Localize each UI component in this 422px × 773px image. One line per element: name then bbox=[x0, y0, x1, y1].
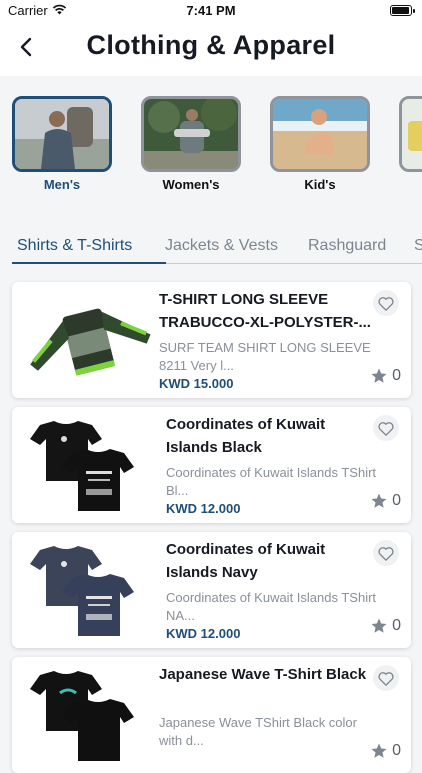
category-womens[interactable]: Women's bbox=[141, 96, 241, 192]
clock: 7:41 PM bbox=[186, 3, 236, 18]
favorite-button[interactable] bbox=[373, 665, 399, 691]
favorite-button[interactable] bbox=[373, 290, 399, 316]
battery-icon bbox=[390, 5, 415, 16]
category-label: Kid's bbox=[304, 177, 336, 192]
heart-icon bbox=[378, 671, 394, 686]
tab-rashguard[interactable]: Rashguard bbox=[308, 237, 386, 255]
product-image bbox=[30, 546, 134, 636]
product-description: SURF TEAM SHIRT LONG SLEEVE 8211 Very l.… bbox=[159, 340, 371, 373]
category-carousel[interactable]: Men's Women's Kid's bbox=[12, 96, 422, 196]
product-image bbox=[30, 421, 134, 511]
category-mens[interactable]: Men's bbox=[12, 96, 112, 192]
product-image bbox=[30, 308, 151, 376]
product-description: Coordinates of Kuwait Islands TShirt Bl.… bbox=[166, 465, 377, 498]
rating-count: 0 bbox=[392, 492, 401, 509]
rating-count: 0 bbox=[392, 367, 401, 384]
active-tab-indicator bbox=[12, 262, 166, 264]
heart-icon bbox=[378, 546, 394, 561]
favorite-button[interactable] bbox=[373, 540, 399, 566]
favorite-button[interactable] bbox=[373, 415, 399, 441]
product-description: Coordinates of Kuwait Islands TShirt NA.… bbox=[166, 590, 377, 623]
category-label: Women's bbox=[162, 177, 220, 192]
product-price: KWD 15.000 bbox=[159, 376, 234, 391]
heart-icon bbox=[378, 296, 394, 311]
rating-count: 0 bbox=[392, 742, 401, 759]
tab-more[interactable]: S bbox=[414, 237, 422, 255]
product-description: Japanese Wave TShirt Black color with d.… bbox=[159, 715, 357, 748]
star-icon bbox=[371, 618, 387, 633]
product-name: T-SHIRT LONG SLEEVE TRABUCCO-XL-POLYSTER… bbox=[159, 291, 371, 331]
category-label: Men's bbox=[43, 177, 81, 192]
star-icon bbox=[371, 493, 387, 508]
product-card[interactable]: Coordinates of Kuwait Islands Black Coor… bbox=[12, 407, 411, 523]
star-icon bbox=[371, 743, 387, 758]
product-price: KWD 12.000 bbox=[166, 501, 241, 516]
tab-jackets-vests[interactable]: Jackets & Vests bbox=[165, 237, 278, 255]
tab-shirts-tshirts[interactable]: Shirts & T-Shirts bbox=[17, 237, 132, 255]
product-rating: 0 bbox=[370, 741, 401, 761]
product-rating: 0 bbox=[370, 366, 401, 386]
product-name: Coordinates of Kuwait Islands Black bbox=[166, 416, 326, 456]
subcategory-tabs: Shirts & T-Shirts Jackets & Vests Rashgu… bbox=[0, 234, 422, 264]
status-bar: Carrier 7:41 PM bbox=[0, 0, 422, 22]
category-image-more bbox=[399, 96, 422, 172]
product-card[interactable]: Coordinates of Kuwait Islands Navy Coord… bbox=[12, 532, 411, 648]
product-card[interactable]: Japanese Wave T-Shirt Black Japanese Wav… bbox=[12, 657, 411, 773]
category-kids[interactable]: Kid's bbox=[270, 96, 370, 192]
star-icon bbox=[371, 368, 387, 383]
product-rating: 0 bbox=[370, 616, 401, 636]
heart-icon bbox=[378, 421, 394, 436]
product-card[interactable]: T-SHIRT LONG SLEEVE TRABUCCO-XL-POLYSTER… bbox=[12, 282, 411, 398]
product-image bbox=[30, 671, 134, 761]
category-image-mens bbox=[12, 96, 112, 172]
rating-count: 0 bbox=[392, 617, 401, 634]
page-title: Clothing & Apparel bbox=[86, 30, 336, 60]
product-name: Japanese Wave T-Shirt Black bbox=[159, 666, 367, 683]
category-image-womens bbox=[141, 96, 241, 172]
product-price: KWD 12.000 bbox=[166, 626, 241, 641]
product-name: Coordinates of Kuwait Islands Navy bbox=[166, 541, 326, 581]
category-image-kids bbox=[270, 96, 370, 172]
product-rating: 0 bbox=[370, 491, 401, 511]
category-more[interactable] bbox=[399, 96, 422, 177]
header: Clothing & Apparel bbox=[0, 22, 422, 76]
